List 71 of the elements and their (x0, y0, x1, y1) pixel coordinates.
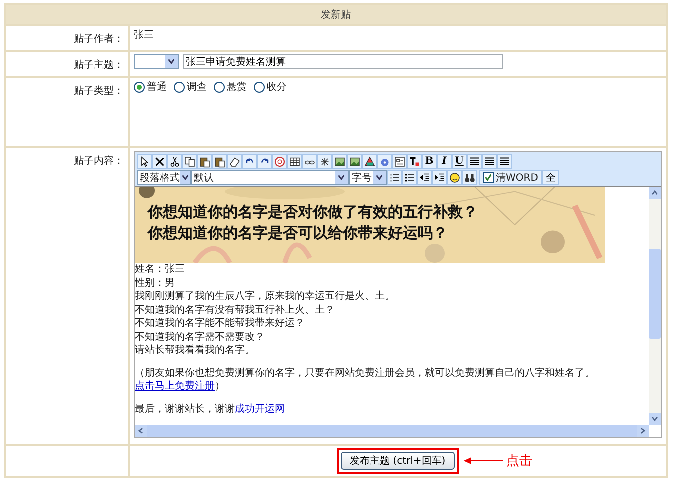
post-note: （朋友如果你也想免费测算你的名字，只要在网站免费注册会员，就可以免费测算自己的八字和姓名了。 (135, 366, 596, 380)
eraser-icon[interactable] (228, 156, 240, 168)
submit-button[interactable]: 发布主题 (ctrl+回车) (341, 452, 455, 470)
palette-icon[interactable] (364, 156, 376, 168)
stamp-icon[interactable] (274, 156, 286, 168)
table-icon[interactable] (288, 156, 300, 168)
post-text-line: 不知道我的名字有没有帮我五行补上火、土？ (135, 304, 336, 317)
register-link[interactable]: 点击马上免费注册 (135, 381, 215, 392)
scroll-right-icon[interactable] (639, 427, 647, 435)
radio-button[interactable] (214, 82, 225, 92)
format-button[interactable]: U (452, 154, 467, 169)
scroll-up-icon[interactable] (651, 189, 659, 197)
select-all-button[interactable]: 全 (542, 170, 560, 185)
post-text: 最后，谢谢站长，谢谢 (135, 404, 235, 414)
size-dropdown[interactable]: 字号 (349, 170, 387, 185)
scissors-icon[interactable] (168, 156, 180, 168)
post-text: ） (215, 381, 225, 392)
field-label: 贴子主题： (74, 60, 124, 71)
sparkle-icon[interactable] (318, 156, 330, 168)
cursor-icon[interactable] (138, 156, 150, 168)
post-text-line: 请站长帮我看看我的名字。 (135, 344, 256, 358)
subject-input[interactable]: 张三申请免费姓名测算 (183, 54, 503, 69)
align-icon[interactable] (498, 156, 510, 168)
annotation-text: 点击 (506, 453, 533, 470)
binoculars-icon[interactable] (464, 172, 476, 184)
field-label: 贴子作者： (74, 34, 124, 45)
smiley-icon[interactable] (448, 172, 460, 184)
radio-button[interactable] (134, 82, 145, 92)
outdent-icon[interactable] (418, 172, 430, 184)
format-button[interactable]: I (437, 154, 452, 169)
olist-icon[interactable] (388, 172, 400, 184)
checkbox[interactable] (483, 172, 494, 183)
form-title: 发新贴 (5, 4, 667, 25)
form-icon[interactable] (394, 156, 406, 168)
radio-button[interactable] (254, 82, 265, 92)
textcolor-icon[interactable] (408, 156, 420, 168)
paste-icon[interactable] (198, 156, 210, 168)
format-button[interactable]: B (422, 154, 437, 169)
paragraph-dropdown[interactable]: 段落格式 (137, 170, 191, 185)
post-text-line: 不知道我的名字能不能帮我带来好运？ (135, 317, 306, 330)
post-text-line: 我刚刚测算了我的生辰八字，原来我的幸运五行是火、土。 (135, 290, 396, 304)
delete-icon[interactable] (154, 156, 166, 168)
radio-button[interactable] (174, 82, 185, 92)
post-text-line: 不知道我的名字需不需要改？ (135, 330, 266, 344)
copy-icon[interactable] (184, 156, 196, 168)
banner-heading: 你想知道你的名字是否可以给你带来好运吗？ (148, 223, 449, 244)
post-text-line: 姓名：张三 (135, 263, 186, 276)
align-icon[interactable] (468, 156, 480, 168)
font-dropdown[interactable]: 默认 (191, 170, 349, 185)
field-label: 贴子内容： (74, 156, 124, 167)
banner-heading: 你想知道你的名字是否对你做了有效的五行补救？ (148, 202, 478, 223)
scroll-left-icon[interactable] (137, 427, 145, 435)
radio-label[interactable]: 收分 (267, 80, 287, 94)
ulist-icon[interactable] (404, 172, 416, 184)
align-icon[interactable] (484, 156, 496, 168)
radio-label[interactable]: 调查 (187, 80, 207, 94)
radio-label[interactable]: 悬赏 (227, 80, 247, 94)
paste-icon[interactable] (214, 156, 226, 168)
image-icon[interactable] (334, 156, 346, 168)
indent-icon[interactable] (434, 172, 446, 184)
author-name: 张三 (134, 30, 154, 41)
image-icon[interactable] (348, 156, 360, 168)
arrow-icon (462, 457, 503, 465)
category-dropdown[interactable] (134, 54, 179, 69)
vertical-scrollbar[interactable] (649, 187, 661, 425)
horizontal-scrollbar[interactable] (135, 425, 649, 437)
field-label: 贴子类型： (74, 86, 124, 97)
post-text-line: 性别：男 (135, 276, 176, 290)
scroll-down-icon[interactable] (651, 415, 659, 423)
site-link[interactable]: 成功开运网 (235, 404, 285, 414)
radio-label[interactable]: 普通 (147, 80, 167, 94)
